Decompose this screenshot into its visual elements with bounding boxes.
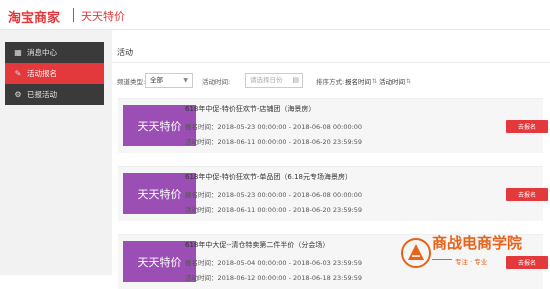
edit-icon: ✎ (14, 69, 22, 78)
activity-title: 618年中大促--清仓特卖第二件半价（分会场） (185, 241, 330, 249)
signup-button[interactable]: 去报名 (506, 120, 548, 133)
sort-label: 排序方式: (316, 78, 345, 86)
activity-title: 618年中促-特价狂欢节-店铺团（海景房） (185, 105, 316, 113)
signup-time: 报名时间：2018-05-04 00:00:00 - 2018-06-03 23… (185, 259, 363, 267)
chevron-down-icon: ▼ (183, 77, 188, 84)
sort-by-signup-time[interactable]: 报名时间 ⇅ (345, 73, 377, 89)
signup-button[interactable]: 去报名 (506, 188, 548, 201)
sidebar-item-label: 已报活动 (27, 90, 57, 99)
grid-icon: ▦ (14, 48, 22, 57)
date-placeholder: 请选择日份 (250, 76, 283, 84)
top-bar: 淘宝商家 天天特价 (0, 0, 550, 30)
calendar-icon: ▤ (292, 76, 299, 84)
channel-type-select[interactable]: 全部 ▼ (145, 73, 193, 88)
sidebar-item-messages[interactable]: ▦ 消息中心 (5, 42, 104, 63)
activity-time: 活动时间：2018-06-11 00:00:00 - 2018-06-20 23… (185, 206, 363, 214)
sidebar-item-activity-signup[interactable]: ✎ 活动报名 (5, 63, 104, 84)
activity-time: 活动时间：2018-06-12 00:00:00 - 2018-06-18 23… (185, 274, 363, 282)
sort-option-label: 活动时间 (379, 78, 405, 86)
sidebar-item-label: 消息中心 (27, 48, 57, 57)
taobao-seller-logo[interactable]: 淘宝商家 (8, 7, 60, 26)
channel-type-label: 频道类型: (117, 78, 146, 86)
settings-icon: ⚙ (14, 90, 22, 99)
sort-arrows-icon: ⇅ (406, 77, 412, 85)
watermark-slogan: 专注 · 专业 (455, 258, 488, 266)
sidebar: ▦ 消息中心 ✎ 活动报名 ⚙ 已报活动 (5, 42, 104, 105)
channel-type-value: 全部 (150, 76, 163, 84)
activity-card: 天天特价 618年中促-特价狂欢节-单品团（6.18元专场海景房） 报名时间：2… (118, 166, 548, 221)
logo-divider (73, 8, 74, 22)
activity-card: 天天特价 618年中促-特价狂欢节-店铺团（海景房） 报名时间：2018-05-… (118, 98, 548, 153)
page-title: 活动 (117, 48, 133, 57)
signup-time: 报名时间：2018-05-23 00:00:00 - 2018-06-08 00… (185, 123, 363, 131)
title-divider (112, 62, 550, 63)
signup-time: 报名时间：2018-05-23 00:00:00 - 2018-06-08 00… (185, 191, 363, 199)
page-subtitle: 天天特价 (81, 10, 125, 23)
activity-time-picker[interactable]: 请选择日份 ▤ (245, 73, 303, 88)
sidebar-item-label: 活动报名 (27, 69, 57, 78)
watermark-title: 商战电商学院 (432, 234, 523, 252)
sort-arrows-icon: ⇅ (372, 77, 378, 85)
sort-option-label: 报名时间 (345, 78, 371, 86)
watermark-divider (432, 259, 452, 260)
activity-title: 618年中促-特价狂欢节-单品团（6.18元专场海景房） (185, 173, 352, 181)
activity-time: 活动时间：2018-06-11 00:00:00 - 2018-06-20 23… (185, 138, 363, 146)
sort-by-activity-time[interactable]: 活动时间 ⇅ (379, 73, 411, 89)
activity-time-label: 活动时间: (202, 78, 231, 86)
sidebar-item-registered[interactable]: ⚙ 已报活动 (5, 84, 104, 105)
